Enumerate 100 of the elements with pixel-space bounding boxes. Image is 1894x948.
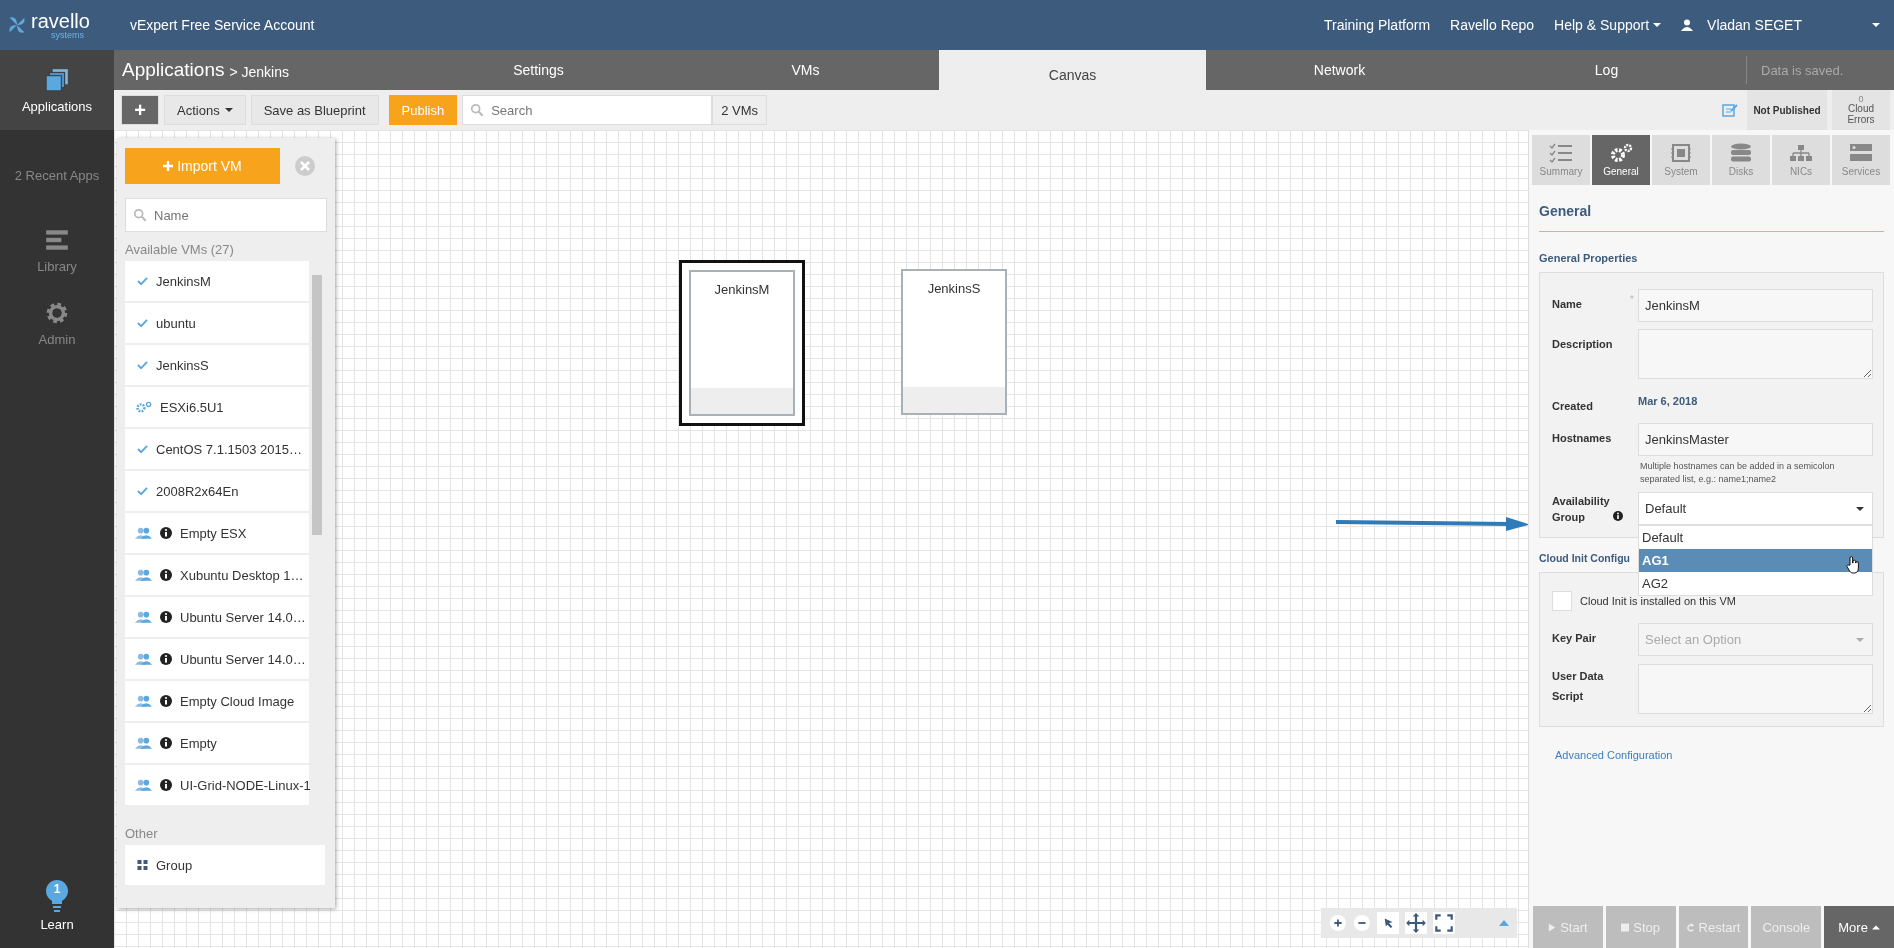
search-icon [133,208,147,222]
tab[interactable]: VMs [672,50,939,90]
people-icon [135,527,152,539]
vm-list-item[interactable]: Ubuntu Server 14.0… [125,639,309,679]
caret-icon [1856,637,1864,642]
checkmark-icon [137,360,148,370]
info-icon[interactable] [160,779,172,791]
pointer-icon[interactable] [1377,912,1399,934]
network-icon [1789,143,1813,163]
lightbulb-icon [45,879,69,913]
user-menu[interactable]: Vladan SEGET [1707,17,1802,33]
vm-list-item[interactable]: JenkinsS [125,345,309,385]
vm-list-item[interactable]: ubuntu [125,303,309,343]
section-title: Cloud Init Configu [1539,552,1630,565]
cloud-errors-label: Cloud Errors [1846,104,1876,126]
gear-icon [44,300,70,326]
field-label: User Data [1552,669,1605,683]
dropdown-option[interactable]: Default [1639,526,1872,550]
move-icon[interactable] [1405,912,1427,934]
info-icon[interactable] [160,737,172,749]
info-icon[interactable] [160,611,172,623]
nav-item[interactable]: Admin [0,286,114,359]
stacked-windows-icon [44,66,70,93]
header-link[interactable]: Training Platform [1323,17,1431,33]
chip-icon [1669,143,1693,163]
advanced-configuration-link[interactable]: Advanced Configuration [1555,749,1673,762]
dropdown-option[interactable]: AG2 [1639,572,1872,596]
zoom-out-icon[interactable] [1353,914,1371,932]
user-data-input[interactable] [1638,664,1873,715]
vm-list-item[interactable]: JenkinsM [125,261,309,301]
vm-list-item[interactable]: Ubuntu Server 14.0… [125,597,309,637]
header-link[interactable]: Ravello Repo [1450,17,1535,33]
section-title: General Properties [1539,252,1638,264]
info-icon[interactable] [160,569,172,581]
account-name: vExpert Free Service Account [130,17,315,33]
tab[interactable]: Canvas [939,50,1206,90]
plus-icon [163,161,174,171]
section-title: Available VMs (27) [125,242,235,257]
action-button[interactable]: More [1824,906,1894,948]
description-input[interactable] [1638,329,1873,379]
availability-group-select[interactable]: Default [1638,492,1873,526]
vm-list-item[interactable]: ESXi6.5U1 [125,387,309,427]
group-item[interactable]: Group [125,845,325,885]
field-label: Description [1552,337,1614,350]
help-text: Multiple hostnames can be added in a semicolon separated list, e.g.: name1;name2 [1639,460,1836,486]
nav-item[interactable]: Library [0,213,114,286]
brand-name: ravello [31,10,90,31]
nav-item[interactable]: 2 Recent Apps [0,130,114,213]
grid-icon [137,860,148,870]
info-icon[interactable] [160,527,172,539]
people-icon [135,737,152,749]
restart-icon [1686,922,1695,932]
fullscreen-icon[interactable] [1433,912,1455,934]
vm-list-item[interactable]: 2008R2x64En [125,471,309,511]
info-icon[interactable] [160,653,172,665]
add-button[interactable]: + [121,95,159,125]
field-label: Script [1552,690,1585,703]
actions-button[interactable]: Actions [164,95,246,125]
vm-list-item[interactable]: UI-Grid-NODE-Linux-1 [125,765,309,805]
info-icon[interactable] [160,695,172,707]
vm-list-item[interactable]: Empty ESX [125,513,309,553]
vm-node[interactable]: JenkinsM [689,270,795,416]
vm-count: 2 VMs [712,95,768,125]
server-icon [1849,143,1873,163]
library-icon [44,227,70,253]
caret-icon [1856,506,1864,511]
name-input[interactable]: JenkinsM [1638,289,1873,322]
database-icon [1729,143,1753,163]
info-icon[interactable] [1612,510,1623,521]
cloud-errors-panel[interactable]: 0 Cloud Errors [1832,90,1890,130]
save-blueprint-button[interactable]: Save as Blueprint [250,95,379,125]
checkbox-label: Cloud Init is installed on this VM [1580,595,1736,608]
tab[interactable]: Network [1206,50,1473,90]
vm-list-item[interactable]: Empty [125,723,309,763]
field-label: Availability Group [1552,494,1610,525]
learn-button[interactable]: 1 Learn [0,879,114,948]
zoom-in-icon[interactable] [1329,914,1347,932]
vm-node[interactable]: JenkinsS [901,269,1007,415]
hostnames-input[interactable]: JenkinsMaster [1638,423,1873,456]
vm-list-item[interactable]: Empty Cloud Image [125,681,309,721]
properties-tab[interactable]: General [1592,135,1650,185]
search-field[interactable]: Search [462,95,713,125]
checkbox[interactable] [1552,591,1572,612]
vm-list-item[interactable]: Xubuntu Desktop 1… [125,555,309,595]
people-icon [135,653,152,665]
breadcrumb-link[interactable]: Applications [122,59,225,81]
hand-cursor-icon [1846,555,1860,574]
nav-item[interactable]: Applications [0,50,114,130]
save-status: Data is saved. [1746,56,1844,84]
dropdown-option[interactable]: AG1 [1639,549,1872,573]
tab[interactable]: Settings [405,50,672,90]
header-link[interactable]: Help & Support [1554,17,1662,33]
checkmark-icon [137,318,148,328]
notification-count: 1 [52,882,62,896]
people-icon [135,695,152,707]
field-label: Hostnames [1552,431,1613,444]
tab[interactable]: Log [1473,50,1740,90]
name-search-field[interactable]: Name [125,198,327,232]
vm-list-item[interactable]: CentOS 7.1.1503 2015… [125,429,309,469]
publish-status: Not Published [1747,90,1827,130]
